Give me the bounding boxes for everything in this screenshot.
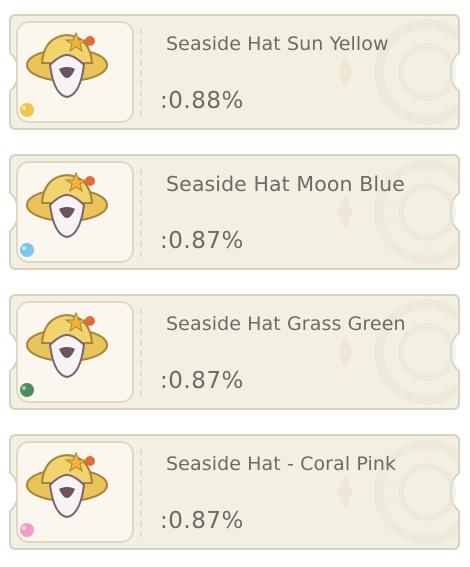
list-item[interactable]: Seaside Hat Grass Green :0.87% [8,293,461,411]
seaside-hat-icon [26,451,108,519]
divider [140,309,142,397]
drop-rate-list: Seaside Hat Sun Yellow :0.88% Seaside Ha… [0,0,470,567]
drop-rate: :0.87% [160,368,244,394]
item-name: Seaside Hat Sun Yellow [166,33,389,55]
divider [140,449,142,537]
divider [140,169,142,257]
drop-rate: :0.87% [160,508,244,534]
drop-rate: :0.87% [160,228,244,254]
dye-drop-icon [20,383,34,397]
dye-drop-icon [20,523,34,537]
item-name: Seaside Hat Moon Blue [166,172,405,196]
list-item[interactable]: Seaside Hat Moon Blue :0.87% [8,153,461,271]
list-item[interactable]: Seaside Hat Sun Yellow :0.88% [8,13,461,131]
item-name: Seaside Hat - Coral Pink [166,453,397,475]
drop-rate: :0.88% [160,88,244,114]
item-name: Seaside Hat Grass Green [166,313,406,335]
list-item[interactable]: Seaside Hat - Coral Pink :0.87% [8,433,461,551]
seaside-hat-icon [26,31,108,99]
divider [140,29,142,117]
seaside-hat-icon [26,311,108,379]
dye-drop-icon [20,243,34,257]
seaside-hat-icon [26,171,108,239]
dye-drop-icon [20,103,34,117]
